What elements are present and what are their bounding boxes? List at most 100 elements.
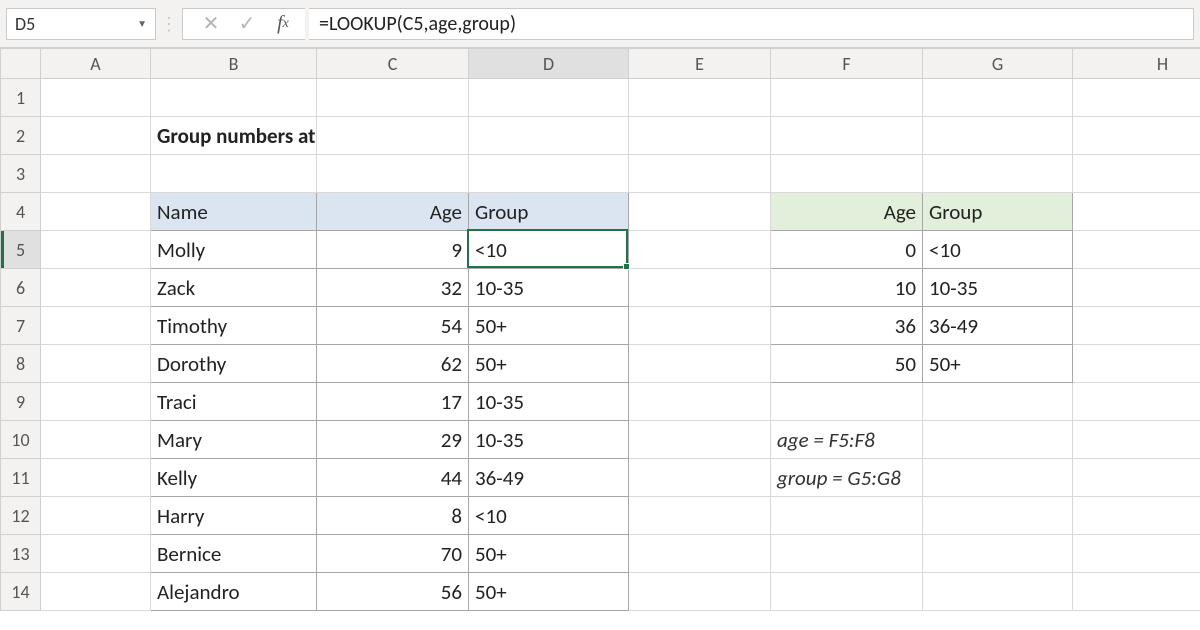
cell-D2[interactable] bbox=[469, 117, 629, 155]
cell-F9[interactable] bbox=[771, 383, 923, 421]
row-header-10[interactable]: 10 bbox=[1, 421, 41, 459]
cell-C13[interactable]: 70 bbox=[317, 535, 469, 573]
cell-H11[interactable] bbox=[1073, 459, 1200, 497]
cell-A3[interactable] bbox=[41, 155, 151, 193]
cell-F14[interactable] bbox=[771, 573, 923, 611]
cell-B10[interactable]: Mary bbox=[151, 421, 317, 459]
cell-F13[interactable] bbox=[771, 535, 923, 573]
cell-H8[interactable] bbox=[1073, 345, 1200, 383]
cell-H12[interactable] bbox=[1073, 497, 1200, 535]
cell-A10[interactable] bbox=[41, 421, 151, 459]
cell-C11[interactable]: 44 bbox=[317, 459, 469, 497]
cell-A8[interactable] bbox=[41, 345, 151, 383]
cell-B12[interactable]: Harry bbox=[151, 497, 317, 535]
cell-C6[interactable]: 32 bbox=[317, 269, 469, 307]
row-header-7[interactable]: 7 bbox=[1, 307, 41, 345]
cell-C7[interactable]: 54 bbox=[317, 307, 469, 345]
cell-E7[interactable] bbox=[629, 307, 771, 345]
cell-F10[interactable]: age = F5:F8 bbox=[771, 421, 923, 459]
cell-B6[interactable]: Zack bbox=[151, 269, 317, 307]
cell-H7[interactable] bbox=[1073, 307, 1200, 345]
cell-E4[interactable] bbox=[629, 193, 771, 231]
cell-A9[interactable] bbox=[41, 383, 151, 421]
cell-A1[interactable] bbox=[41, 79, 151, 117]
cell-A4[interactable] bbox=[41, 193, 151, 231]
cell-E1[interactable] bbox=[629, 79, 771, 117]
cell-F4[interactable]: Age bbox=[771, 193, 923, 231]
cell-D6[interactable]: 10-35 bbox=[469, 269, 629, 307]
dropdown-icon[interactable]: ▼ bbox=[137, 17, 147, 30]
cell-C8[interactable]: 62 bbox=[317, 345, 469, 383]
row-header-2[interactable]: 2 bbox=[1, 117, 41, 155]
cell-C10[interactable]: 29 bbox=[317, 421, 469, 459]
row-header-13[interactable]: 13 bbox=[1, 535, 41, 573]
col-header-B[interactable]: B bbox=[151, 49, 317, 79]
cell-F12[interactable] bbox=[771, 497, 923, 535]
cell-E9[interactable] bbox=[629, 383, 771, 421]
cell-E5[interactable] bbox=[629, 231, 771, 269]
cell-G6[interactable]: 10-35 bbox=[923, 269, 1073, 307]
row-header-6[interactable]: 6 bbox=[1, 269, 41, 307]
cell-H6[interactable] bbox=[1073, 269, 1200, 307]
select-all-corner[interactable] bbox=[1, 49, 41, 79]
cell-D11[interactable]: 36-49 bbox=[469, 459, 629, 497]
cell-D8[interactable]: 50+ bbox=[469, 345, 629, 383]
col-header-G[interactable]: G bbox=[923, 49, 1073, 79]
cell-A14[interactable] bbox=[41, 573, 151, 611]
cell-H9[interactable] bbox=[1073, 383, 1200, 421]
col-header-D[interactable]: D bbox=[469, 49, 629, 79]
cell-C5[interactable]: 9 bbox=[317, 231, 469, 269]
cell-H13[interactable] bbox=[1073, 535, 1200, 573]
cell-G4[interactable]: Group bbox=[923, 193, 1073, 231]
row-header-9[interactable]: 9 bbox=[1, 383, 41, 421]
cell-G11[interactable] bbox=[923, 459, 1073, 497]
cell-D13[interactable]: 50+ bbox=[469, 535, 629, 573]
col-header-F[interactable]: F bbox=[771, 49, 923, 79]
cell-B5[interactable]: Molly bbox=[151, 231, 317, 269]
cell-A12[interactable] bbox=[41, 497, 151, 535]
row-header-12[interactable]: 12 bbox=[1, 497, 41, 535]
cell-E2[interactable] bbox=[629, 117, 771, 155]
cell-G9[interactable] bbox=[923, 383, 1073, 421]
cell-G13[interactable] bbox=[923, 535, 1073, 573]
cell-C12[interactable]: 8 bbox=[317, 497, 469, 535]
col-header-H[interactable]: H bbox=[1073, 49, 1200, 79]
cell-H5[interactable] bbox=[1073, 231, 1200, 269]
cell-G12[interactable] bbox=[923, 497, 1073, 535]
cell-D9[interactable]: 10-35 bbox=[469, 383, 629, 421]
row-header-3[interactable]: 3 bbox=[1, 155, 41, 193]
cell-F5[interactable]: 0 bbox=[771, 231, 923, 269]
formula-input[interactable]: =LOOKUP(C5,age,group) bbox=[309, 8, 1194, 40]
cell-D3[interactable] bbox=[469, 155, 629, 193]
row-header-8[interactable]: 8 bbox=[1, 345, 41, 383]
cell-B8[interactable]: Dorothy bbox=[151, 345, 317, 383]
cell-A2[interactable] bbox=[41, 117, 151, 155]
cell-B9[interactable]: Traci bbox=[151, 383, 317, 421]
cell-C2[interactable] bbox=[317, 117, 469, 155]
cell-H4[interactable] bbox=[1073, 193, 1200, 231]
cell-B4[interactable]: Name bbox=[151, 193, 317, 231]
cell-F6[interactable]: 10 bbox=[771, 269, 923, 307]
cell-E14[interactable] bbox=[629, 573, 771, 611]
cell-E8[interactable] bbox=[629, 345, 771, 383]
cell-G3[interactable] bbox=[923, 155, 1073, 193]
cell-B14[interactable]: Alejandro bbox=[151, 573, 317, 611]
row-header-11[interactable]: 11 bbox=[1, 459, 41, 497]
cell-D10[interactable]: 10-35 bbox=[469, 421, 629, 459]
cell-H10[interactable] bbox=[1073, 421, 1200, 459]
cell-B1[interactable] bbox=[151, 79, 317, 117]
row-header-5[interactable]: 5 bbox=[1, 231, 41, 269]
cell-H14[interactable] bbox=[1073, 573, 1200, 611]
cell-D12[interactable]: <10 bbox=[469, 497, 629, 535]
cell-G2[interactable] bbox=[923, 117, 1073, 155]
cell-B7[interactable]: Timothy bbox=[151, 307, 317, 345]
row-header-1[interactable]: 1 bbox=[1, 79, 41, 117]
cell-A7[interactable] bbox=[41, 307, 151, 345]
cell-H1[interactable] bbox=[1073, 79, 1200, 117]
cell-B13[interactable]: Bernice bbox=[151, 535, 317, 573]
cell-D5[interactable]: <10 bbox=[469, 231, 629, 269]
cell-F8[interactable]: 50 bbox=[771, 345, 923, 383]
cell-B11[interactable]: Kelly bbox=[151, 459, 317, 497]
cell-E3[interactable] bbox=[629, 155, 771, 193]
cell-B3[interactable] bbox=[151, 155, 317, 193]
